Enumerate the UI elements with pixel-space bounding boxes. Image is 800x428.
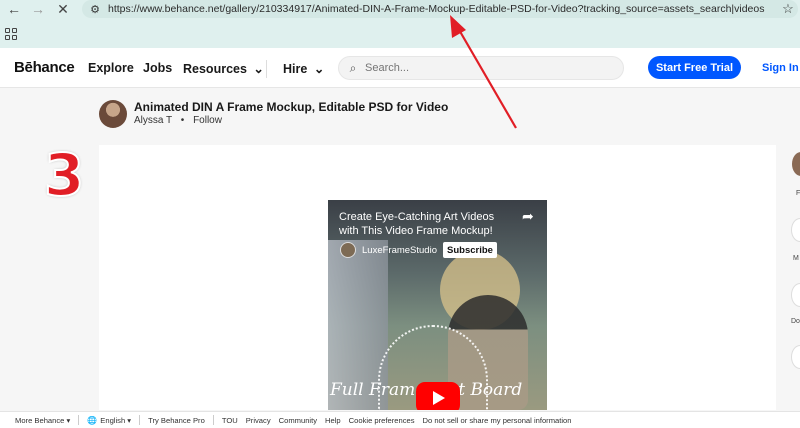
browser-toolbar: ← → ✕ ⚙ https://www.behance.net/gallery/… <box>0 0 800 48</box>
follow-link[interactable]: Follow <box>193 115 222 126</box>
rail-button-2[interactable] <box>791 283 800 307</box>
apps-grid-icon[interactable] <box>5 28 17 40</box>
stop-loading-icon[interactable]: ✕ <box>52 0 74 18</box>
nav-divider <box>266 60 267 78</box>
site-header: Bēhance Explore Jobs Resources ⌄ Hire ⌄ … <box>0 48 800 88</box>
site-footer: More Behance ▾ 🌐 English ▾ Try Behance P… <box>0 411 800 428</box>
start-free-trial-button[interactable]: Start Free Trial <box>648 56 741 79</box>
language-selector[interactable]: English ▾ <box>100 416 131 425</box>
rail-button-1[interactable] <box>791 218 800 242</box>
rail-label-2: M <box>793 255 799 262</box>
rail-label-1: F <box>796 190 800 197</box>
separator-dot: • <box>180 115 185 126</box>
nav-hire[interactable]: Hire ⌄ <box>283 61 324 76</box>
chevron-down-icon: ⌄ <box>253 62 264 76</box>
search-icon: ⌕ <box>349 60 357 75</box>
search-input[interactable] <box>365 62 605 74</box>
subscribe-button[interactable]: Subscribe <box>443 242 497 258</box>
sign-in-link[interactable]: Sign In <box>762 62 799 74</box>
nav-hire-label: Hire <box>283 62 308 76</box>
video-embed[interactable]: Create Eye-Catching Art Videos with This… <box>328 200 547 410</box>
address-bar[interactable]: ⚙ https://www.behance.net/gallery/210334… <box>82 0 798 18</box>
footer-link-tou[interactable]: TOU <box>222 416 238 425</box>
footer-link-privacy[interactable]: Privacy <box>246 416 271 425</box>
globe-icon: 🌐 <box>87 415 98 425</box>
footer-divider <box>139 415 141 425</box>
bookmark-star-icon[interactable]: ☆ <box>778 1 798 17</box>
play-button-icon[interactable] <box>416 382 460 410</box>
footer-link-cookie-preferences[interactable]: Cookie preferences <box>349 416 415 425</box>
footer-divider <box>212 415 214 425</box>
owner-line: Alyssa T • Follow <box>134 115 222 126</box>
search-box[interactable]: ⌕ <box>338 56 624 80</box>
back-icon[interactable]: ← <box>3 0 25 18</box>
annotation-number: 3 <box>43 141 85 209</box>
more-behance-menu[interactable]: More Behance ▾ <box>15 416 70 425</box>
video-title[interactable]: Create Eye-Catching Art Videos with This… <box>339 210 514 238</box>
forward-icon[interactable]: → <box>27 0 49 18</box>
rail-button-3[interactable] <box>791 345 800 369</box>
channel-avatar[interactable] <box>340 242 356 258</box>
channel-name[interactable]: LuxeFrameStudio <box>362 245 437 256</box>
share-icon[interactable]: ➦ <box>522 208 534 225</box>
behance-logo[interactable]: Bēhance <box>14 59 75 76</box>
project-title: Animated DIN A Frame Mockup, Editable PS… <box>134 100 449 114</box>
footer-link-do-not-sell[interactable]: Do not sell or share my personal informa… <box>423 416 572 425</box>
owner-name[interactable]: Alyssa T <box>134 115 172 126</box>
site-info-icon[interactable]: ⚙ <box>86 3 104 16</box>
chevron-down-icon: ⌄ <box>313 62 325 76</box>
try-behance-pro-link[interactable]: Try Behance Pro <box>148 416 205 425</box>
footer-divider <box>78 415 80 425</box>
nav-explore[interactable]: Explore <box>88 61 134 75</box>
nav-jobs[interactable]: Jobs <box>143 61 172 75</box>
rail-avatar[interactable] <box>792 152 800 176</box>
nav-resources-label: Resources <box>183 62 247 76</box>
footer-link-community[interactable]: Community <box>279 416 317 425</box>
nav-resources[interactable]: Resources ⌄ <box>183 61 264 76</box>
rail-label-3: Do <box>791 318 800 325</box>
url-text[interactable]: https://www.behance.net/gallery/21033491… <box>108 3 778 15</box>
footer-link-help[interactable]: Help <box>325 416 341 425</box>
owner-avatar[interactable] <box>99 100 127 128</box>
